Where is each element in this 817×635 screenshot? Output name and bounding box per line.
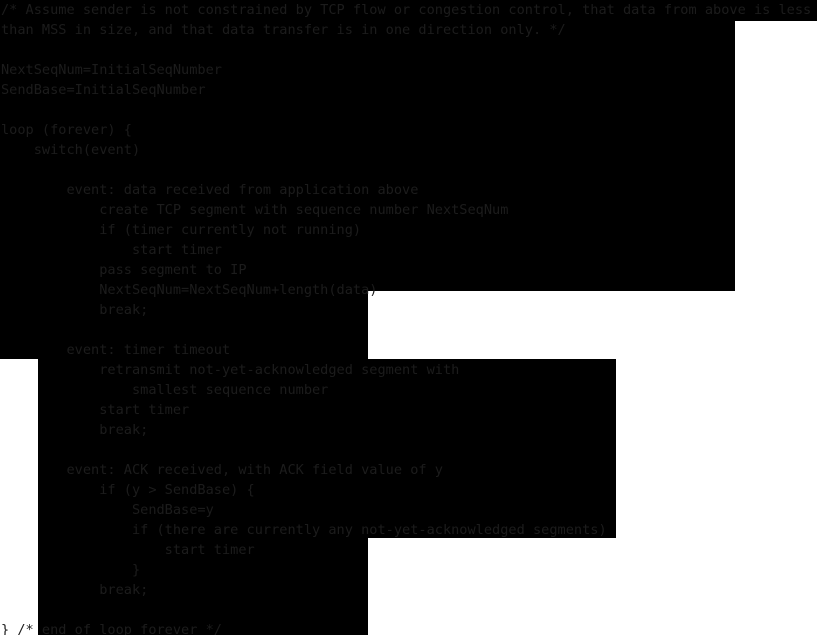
code-line: event: ACK received, with ACK field valu… bbox=[1, 462, 443, 478]
code-line: if (timer currently not running) bbox=[1, 222, 362, 238]
code-line: break; bbox=[1, 582, 149, 598]
code-line: SendBase=InitialSeqNumber bbox=[1, 82, 206, 98]
code-block: /* Assume sender is not constrained by T… bbox=[0, 0, 817, 635]
code-line: start timer bbox=[1, 542, 255, 558]
code-line: if (there are currently any not-yet-ackn… bbox=[1, 522, 607, 538]
code-line: create TCP segment with sequence number … bbox=[1, 202, 509, 218]
code-listing-screen: /* Assume sender is not constrained by T… bbox=[0, 0, 817, 635]
code-line: event: data received from application ab… bbox=[1, 182, 419, 198]
code-line: switch(event) bbox=[1, 142, 141, 158]
code-line: than MSS in size, and that data transfer… bbox=[1, 22, 566, 38]
code-line: break; bbox=[1, 422, 149, 438]
code-line: retransmit not-yet-acknowledged segment … bbox=[1, 362, 460, 378]
code-line: /* Assume sender is not constrained by T… bbox=[1, 2, 812, 18]
code-line: loop (forever) { bbox=[1, 122, 132, 138]
code-line: event: timer timeout bbox=[1, 342, 231, 358]
code-line: smallest sequence number bbox=[1, 382, 329, 398]
code-line: if (y > SendBase) { bbox=[1, 482, 255, 498]
code-line: } /* end of loop forever */ bbox=[1, 622, 222, 635]
code-line: break; bbox=[1, 302, 149, 318]
code-line: start timer bbox=[1, 242, 222, 258]
code-line: pass segment to IP bbox=[1, 262, 247, 278]
code-line: NextSeqNum=NextSeqNum+length(data) bbox=[1, 282, 378, 298]
code-line: SendBase=y bbox=[1, 502, 214, 518]
code-line: start timer bbox=[1, 402, 190, 418]
code-line: NextSeqNum=InitialSeqNumber bbox=[1, 62, 222, 78]
code-line: } bbox=[1, 562, 141, 578]
